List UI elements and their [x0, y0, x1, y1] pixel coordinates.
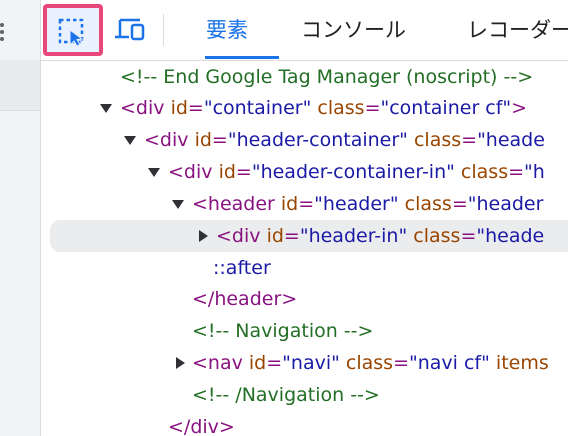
expand-triangle-icon[interactable] — [197, 220, 211, 252]
collapse-triangle-icon[interactable] — [172, 188, 186, 220]
dom-node-div-header-in-hovered[interactable]: <div id="header-in" class="heade — [50, 220, 568, 252]
tag-name: <header — [192, 193, 275, 215]
attr-name: class — [317, 97, 365, 119]
dom-node-comment-navigation-end[interactable]: <!-- /Navigation --> — [41, 379, 568, 411]
attr-value: "header" — [314, 193, 399, 215]
tag-name: <div — [120, 97, 165, 119]
collapse-triangle-icon[interactable] — [124, 124, 138, 156]
attr-value: "header-container-in" — [251, 161, 455, 183]
attr-value: "container cf" — [380, 97, 512, 119]
tab-elements[interactable]: 要素 — [206, 14, 248, 46]
dom-node-comment-navigation[interactable]: <!-- Navigation --> — [41, 315, 568, 347]
expand-triangle-icon[interactable] — [174, 347, 188, 379]
closing-tag: </div> — [168, 416, 235, 436]
dom-tree: <!-- End Google Tag Manager (noscript) -… — [41, 61, 568, 436]
left-panel-selected-row[interactable] — [0, 60, 40, 110]
attr-value: "header-in" — [299, 225, 408, 247]
attr-name: class — [460, 161, 509, 183]
active-tab-indicator — [205, 56, 279, 59]
closing-tag: </header> — [192, 288, 298, 310]
tag-name: <div — [144, 129, 189, 151]
attr-value: "container" — [203, 97, 312, 119]
attr-value: "header — [467, 193, 544, 215]
divider — [0, 110, 40, 111]
dom-node-pseudo-after[interactable]: ::after — [41, 252, 568, 284]
dom-node-nav[interactable]: <nav id="navi" class="navi cf" items — [41, 347, 568, 379]
tag-name: <div — [216, 225, 261, 247]
devtools-toolbar: 要素 コンソール レコーダー — [41, 0, 568, 61]
attr-name: items — [495, 352, 549, 374]
left-panel-strip — [0, 0, 40, 436]
attr-name: id — [194, 129, 212, 151]
tab-recorder[interactable]: レコーダー — [467, 14, 568, 46]
dom-node-div-header-container[interactable]: <div id="header-container" class="heade — [41, 124, 568, 156]
dom-node-header-close[interactable]: </header> — [41, 283, 568, 315]
dom-node-div-close[interactable]: </div> — [41, 411, 568, 436]
more-options-icon[interactable] — [0, 20, 8, 41]
attr-value: "h — [524, 161, 545, 183]
comment-text: <!-- Navigation --> — [192, 320, 374, 342]
attr-name: id — [280, 193, 299, 215]
pseudo-element: ::after — [213, 257, 271, 279]
attr-value: "heade — [476, 225, 545, 247]
attr-name: class — [404, 193, 452, 215]
attr-name: id — [218, 161, 236, 183]
attr-name: id — [248, 352, 267, 374]
dom-node-header[interactable]: <header id="header" class="header — [41, 188, 568, 220]
device-mode-icon — [115, 18, 145, 41]
device-toolbar-button[interactable] — [113, 16, 147, 44]
dom-node-div-container[interactable]: <div id="container" class="container cf"… — [41, 92, 568, 124]
attr-name: class — [345, 352, 394, 374]
comment-text: <!-- End Google Tag Manager (noscript) -… — [120, 66, 534, 88]
attr-name: id — [170, 97, 188, 119]
collapse-triangle-icon[interactable] — [148, 156, 162, 188]
tag-name: <div — [168, 161, 213, 183]
dom-node-comment[interactable]: <!-- End Google Tag Manager (noscript) -… — [41, 61, 568, 93]
tag-name: <nav — [192, 352, 243, 374]
attr-value: "heade — [477, 129, 545, 151]
tab-console[interactable]: コンソール — [301, 14, 406, 46]
collapse-triangle-icon[interactable] — [100, 92, 114, 124]
inspect-element-icon — [58, 18, 84, 46]
attr-name: id — [266, 225, 284, 247]
dom-node-div-header-container-in[interactable]: <div id="header-container-in" class="h — [41, 156, 568, 188]
toolbar-separator — [163, 14, 164, 46]
attr-value: "navi" — [282, 352, 340, 374]
attr-value: "navi cf" — [409, 352, 490, 374]
attr-name: class — [413, 129, 462, 151]
attr-name: class — [413, 225, 461, 247]
tag-close: > — [511, 97, 528, 119]
comment-text: <!-- /Navigation --> — [192, 384, 380, 406]
inspect-element-button[interactable] — [43, 4, 103, 56]
attr-value: "header-container" — [227, 129, 408, 151]
